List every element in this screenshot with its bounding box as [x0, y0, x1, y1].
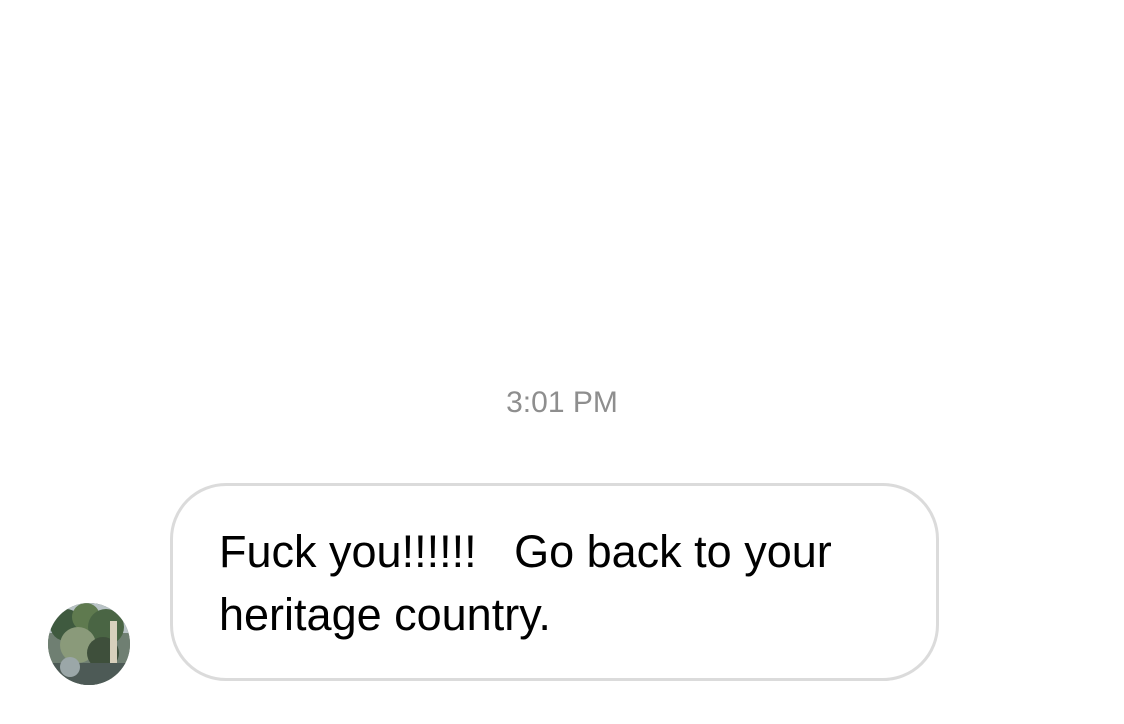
message-bubble[interactable]: Fuck you!!!!!! Go back to your heritage … [170, 483, 939, 681]
incoming-message-row: Fuck you!!!!!! Go back to your heritage … [48, 483, 939, 685]
message-text: Fuck you!!!!!! Go back to your heritage … [219, 526, 845, 640]
sender-avatar[interactable] [48, 603, 130, 685]
message-timestamp: 3:01 PM [506, 386, 618, 419]
avatar-photo-icon [48, 603, 130, 685]
chat-thread: 3:01 PM Fuck you!!!!!! Go back to your h… [0, 0, 1124, 724]
